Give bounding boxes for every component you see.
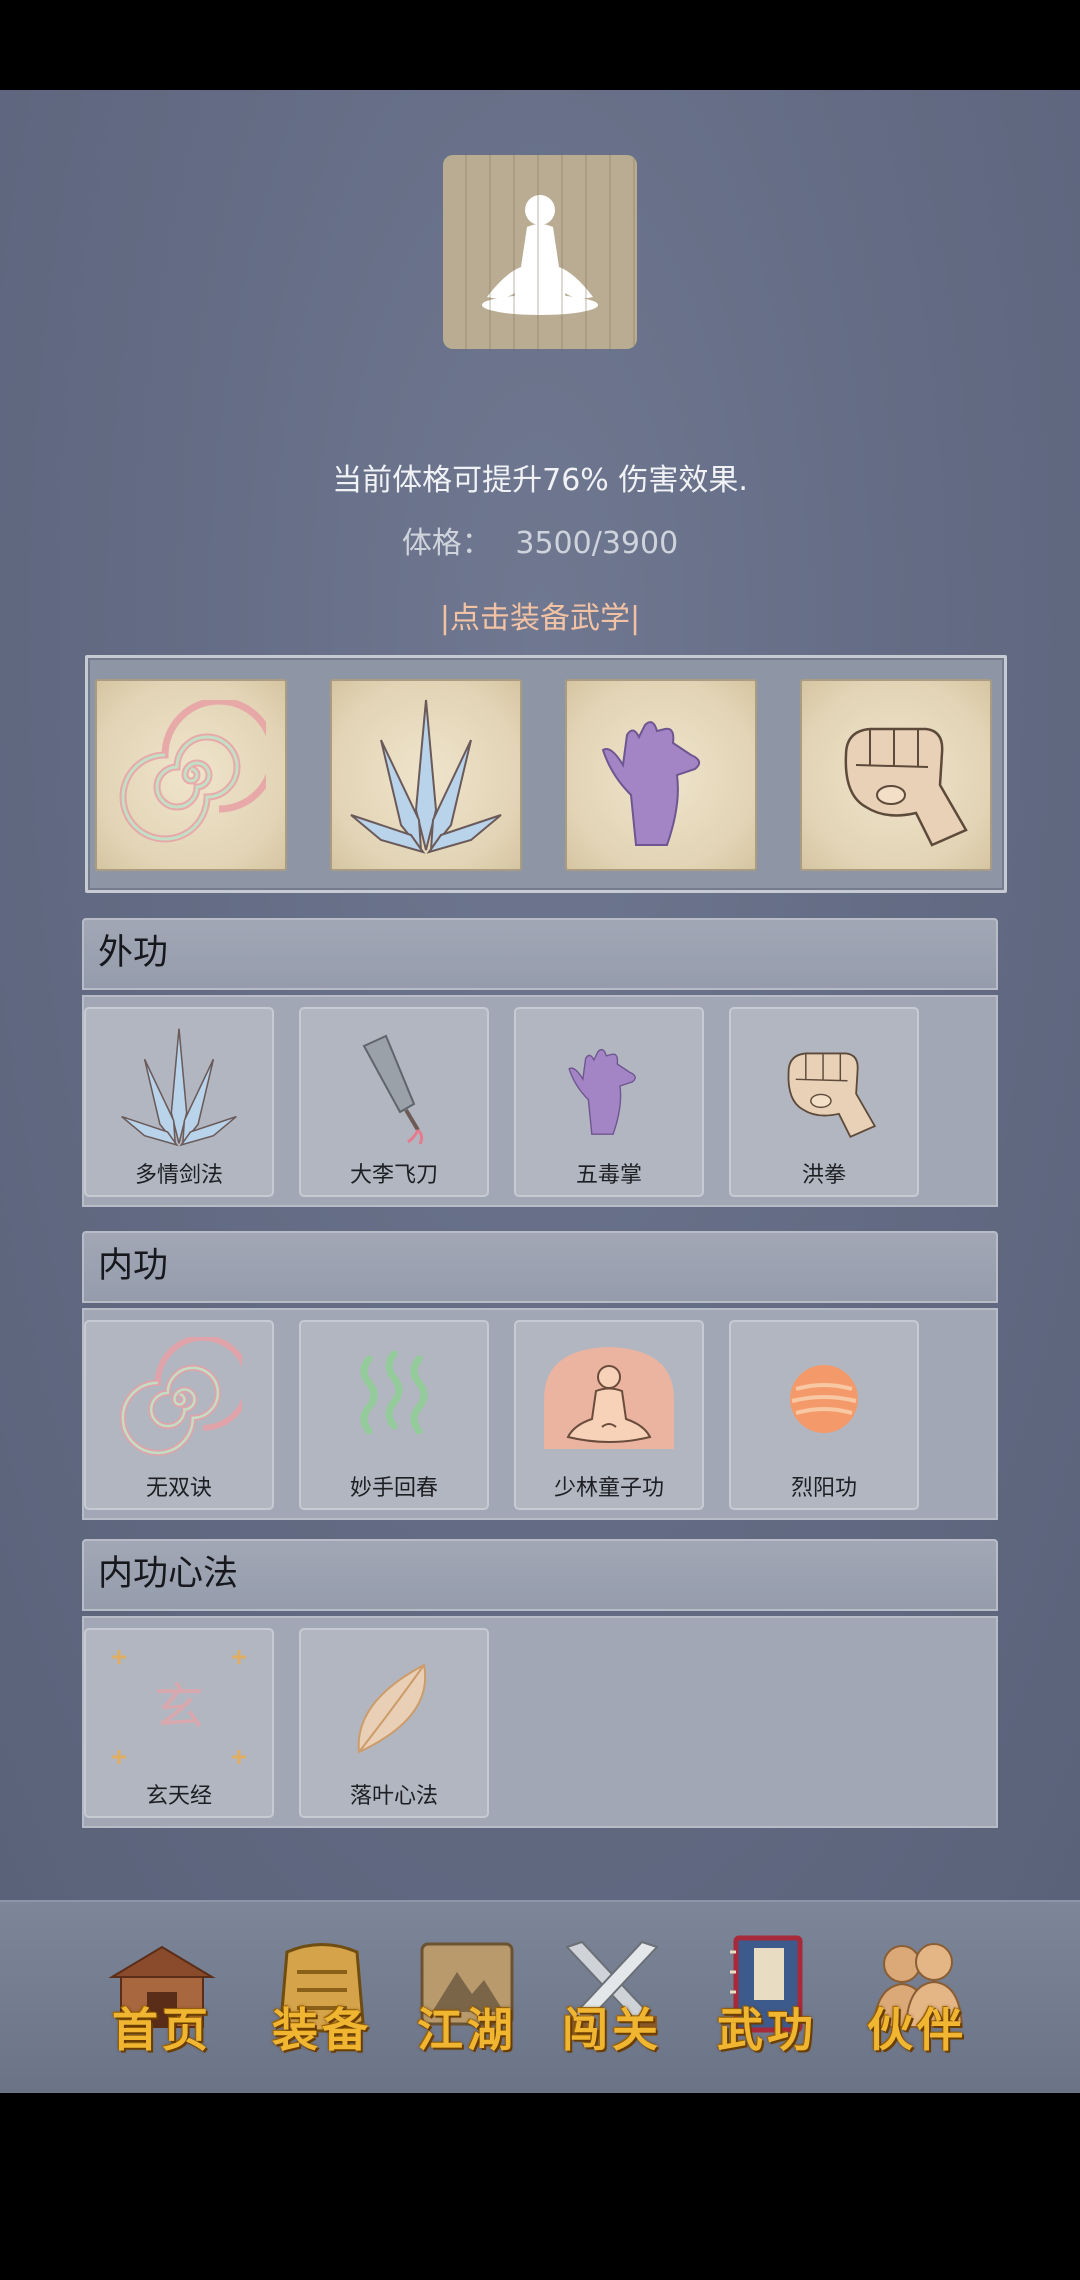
skill-card-hong-fist[interactable]: 洪拳 (729, 1007, 919, 1197)
nav-martial-arts[interactable]: 武功 (702, 1932, 832, 2072)
skill-label: 少林童子功 (553, 1476, 664, 1501)
equipped-slot-4[interactable] (800, 679, 992, 871)
skill-card-wudu-palm[interactable]: 五毒掌 (514, 1007, 704, 1197)
skill-card-luoye[interactable]: 落叶心法 (299, 1628, 489, 1818)
nav-label: 闯关 (562, 2003, 662, 2057)
skill-card-shaolin[interactable]: 少林童子功 (514, 1320, 704, 1510)
green-waves-icon (360, 1350, 428, 1435)
nav-label: 装备 (272, 2003, 372, 2057)
fist-icon (844, 727, 968, 847)
section-header-internal: 内功 (82, 1231, 998, 1303)
skill-label: 落叶心法 (349, 1784, 438, 1809)
section-header-external: 外功 (82, 918, 998, 990)
skill-card-flying-knife[interactable]: 大李飞刀 (299, 1007, 489, 1197)
equipped-slot-2[interactable] (330, 679, 522, 871)
character-avatar[interactable] (443, 155, 637, 349)
skill-card-duoqing[interactable]: 多情剑法 (84, 1007, 274, 1197)
skill-label: 五毒掌 (575, 1163, 642, 1188)
equipped-slot-3[interactable] (565, 679, 757, 871)
section-header-internal-method: 内功心法 (82, 1539, 998, 1611)
nav-label: 首页 (112, 2003, 212, 2057)
spiral-icon (119, 1336, 242, 1456)
skill-label: 无双诀 (145, 1476, 212, 1501)
skill-card-wushuang[interactable]: 无双诀 (84, 1320, 274, 1510)
flying-knife-icon (362, 1034, 424, 1145)
section-body-external: 多情剑法 大李飞刀 五毒掌 洪拳 (82, 995, 998, 1207)
purple-palm-icon (601, 721, 701, 846)
leaf-icon (357, 1663, 427, 1754)
stat-value: 3500/3900 (515, 526, 679, 561)
spiral-icon (119, 700, 266, 843)
xuan-character-icon: 玄 (112, 1650, 246, 1764)
nav-companions[interactable]: 伙伴 (852, 1932, 982, 2072)
skill-label: 妙手回春 (349, 1476, 438, 1501)
section-body-internal: 无双诀 妙手回春 少林童子功 烈阳功 (82, 1308, 998, 1520)
nav-challenge[interactable]: 闯关 (547, 1932, 677, 2072)
stat-description: 当前体格可提升76% 伤害效果. (332, 463, 748, 498)
skill-card-miaoshou[interactable]: 妙手回春 (299, 1320, 489, 1510)
constitution-stat: 体格： 3500/3900 (0, 518, 1080, 562)
equip-martial-arts-link[interactable]: |点击装备武学| (0, 593, 1080, 637)
fist-icon (787, 1052, 876, 1138)
blades-icon (121, 1028, 237, 1147)
status-bar (0, 0, 1080, 90)
skill-card-xuantian[interactable]: 玄 玄天经 (84, 1628, 274, 1818)
skill-label: 洪拳 (801, 1163, 846, 1188)
purple-palm-icon (568, 1048, 636, 1135)
nav-jianghu[interactable]: 江湖 (402, 1932, 532, 2072)
nav-label: 武功 (717, 2003, 817, 2057)
section-body-internal-method: 玄 玄天经 落叶心法 (82, 1616, 998, 1828)
equipped-skills-bar (85, 655, 1007, 893)
skill-label: 多情剑法 (134, 1163, 223, 1188)
equipped-slot-1[interactable] (95, 679, 287, 871)
skill-label: 大李飞刀 (349, 1163, 438, 1188)
blades-icon (350, 699, 502, 854)
stat-label: 体格： (401, 526, 492, 561)
nav-label: 伙伴 (867, 2003, 967, 2057)
skill-label: 玄天经 (145, 1784, 212, 1809)
meditating-monk-icon (544, 1347, 674, 1449)
skill-card-lieyang[interactable]: 烈阳功 (729, 1320, 919, 1510)
sun-icon (790, 1365, 858, 1433)
xuan-glyph: 玄 (154, 1678, 204, 1736)
bottom-navigation: 首页 装备 江湖 闯关 武功 伙伴 (0, 1900, 1080, 2093)
nav-label: 江湖 (417, 2003, 517, 2057)
system-bottom-area (0, 2093, 1080, 2280)
nav-home[interactable]: 首页 (97, 1932, 227, 2072)
nav-equipment[interactable]: 装备 (257, 1932, 387, 2072)
skill-label: 烈阳功 (790, 1476, 857, 1501)
